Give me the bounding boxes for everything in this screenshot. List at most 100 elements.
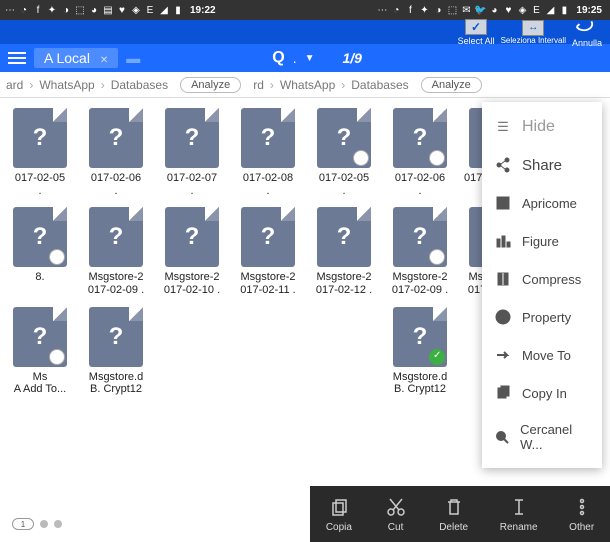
ctx-figure[interactable]: Figure: [482, 222, 602, 260]
file-icon: ?: [393, 207, 447, 267]
selection-indicator[interactable]: [429, 249, 445, 265]
analyze-button[interactable]: Analyze: [180, 77, 241, 93]
select-range-action[interactable]: ↔ Seleziona Intervall: [501, 20, 566, 45]
file-name-line1: Msgstore-2: [306, 271, 382, 284]
file-name-line2: .: [418, 185, 421, 198]
file-name-line2: .: [190, 185, 193, 198]
file-name-line1: Msgstore.d: [382, 371, 458, 384]
ctx-copyin[interactable]: Copy In: [482, 374, 602, 412]
selection-indicator[interactable]: [429, 150, 445, 166]
top-action-bar: ✓ Select All ↔ Seleziona Intervall Annul…: [0, 20, 610, 44]
file-icon: ?: [89, 108, 143, 168]
status-time-left: 19:22: [190, 5, 216, 16]
file-icon: ?: [165, 207, 219, 267]
btm-copy[interactable]: Copia: [326, 496, 352, 533]
search-counter: 1/9: [342, 50, 361, 66]
copy-icon: [494, 384, 512, 402]
page-dot[interactable]: [54, 520, 62, 528]
file-name-line2: .: [114, 185, 117, 198]
file-item[interactable]: ?Msgstore.dB. Crypt12: [78, 301, 154, 396]
file-icon: ?: [393, 307, 447, 367]
crumb-whatsapp2[interactable]: WhatsApp: [274, 78, 341, 92]
file-name-line1: 8.: [2, 271, 78, 284]
select-all-label: Select All: [458, 36, 495, 46]
crumb-card[interactable]: ard: [0, 78, 29, 92]
file-name-line2: 017-02-09 .: [392, 284, 448, 297]
file-name-line1: Msgstore-2: [154, 271, 230, 284]
file-item[interactable]: ? 017-02-06.: [382, 102, 458, 197]
crumb-card2[interactable]: rd: [247, 78, 270, 92]
ctx-property[interactable]: i Property: [482, 298, 602, 336]
undo-label: Annulla: [572, 38, 602, 48]
file-item[interactable]: ?017-02-08.: [230, 102, 306, 197]
file-item[interactable]: ? Msgstore.dB. Crypt12: [382, 301, 458, 396]
svg-text:i: i: [502, 313, 504, 324]
file-item[interactable]: ?017-02-06.: [78, 102, 154, 197]
move-icon: [494, 346, 512, 364]
figure-icon: [494, 232, 512, 250]
file-item[interactable]: ? 017-02-05.: [306, 102, 382, 197]
selection-indicator[interactable]: [429, 349, 445, 365]
search-icon[interactable]: Q: [272, 49, 284, 67]
main-toolbar: A Local ✕ ▬ Q . ▼ 1/9: [0, 44, 610, 72]
file-name-line2: .: [38, 185, 41, 198]
tab-label: A Local: [44, 50, 90, 66]
location-tab[interactable]: A Local ✕: [34, 48, 118, 68]
bottom-action-bar: Copia Cut Delete Rename Other: [310, 486, 610, 542]
file-item[interactable]: ?017-02-05.: [2, 102, 78, 197]
file-name-line2: .: [266, 185, 269, 198]
ctx-moveto[interactable]: Move To: [482, 336, 602, 374]
btm-rename[interactable]: Rename: [500, 496, 538, 533]
ctx-hide[interactable]: ☰ Hide: [482, 108, 602, 146]
file-name-line2: .: [342, 185, 345, 198]
cut-icon: [384, 496, 408, 518]
file-item[interactable]: ? Msgstore-2017-02-09 .: [78, 201, 154, 296]
file-name-line2: B. Crypt12: [394, 383, 446, 396]
ctx-share[interactable]: Share: [482, 146, 602, 184]
file-name-line2: 017-02-11 .: [240, 284, 295, 297]
file-name-line1: 017-02-06: [382, 172, 458, 185]
btm-delete[interactable]: Delete: [439, 496, 468, 533]
page-dot[interactable]: [40, 520, 48, 528]
btm-other[interactable]: Other: [569, 496, 594, 533]
crumb-whatsapp[interactable]: WhatsApp: [33, 78, 100, 92]
file-name-line1: 017-02-05: [306, 172, 382, 185]
tab-close-icon[interactable]: ✕: [100, 55, 108, 66]
selection-indicator[interactable]: [353, 150, 369, 166]
file-name-line1: Msgstore-2: [382, 271, 458, 284]
analyze-button-2[interactable]: Analyze: [421, 77, 482, 93]
undo-action[interactable]: Annulla: [572, 17, 602, 48]
search-icon: [494, 428, 510, 446]
selection-indicator[interactable]: [49, 349, 65, 365]
file-item[interactable]: ?8.: [2, 201, 78, 296]
file-name-line1: 017-02-07: [154, 172, 230, 185]
file-item[interactable]: ?MsA Add To...: [2, 301, 78, 396]
select-range-label: Seleziona Intervall: [501, 37, 566, 45]
dropdown-icon[interactable]: ▼: [305, 53, 315, 64]
file-icon: ?: [89, 207, 143, 267]
select-all-action[interactable]: ✓ Select All: [458, 19, 495, 46]
openwith-icon: [494, 194, 512, 212]
crumb-databases2[interactable]: Databases: [345, 78, 414, 92]
file-item[interactable]: ?Msgstore-2017-02-10 .: [154, 201, 230, 296]
ctx-openwith[interactable]: Apricome: [482, 184, 602, 222]
file-item[interactable]: ?Msgstore-2017-02-12 .: [306, 201, 382, 296]
file-icon: ?: [241, 108, 295, 168]
page-current: 1: [12, 518, 34, 530]
ctx-compress[interactable]: Compress: [482, 260, 602, 298]
file-name-line1: Msgstore-2: [78, 271, 154, 284]
file-name-line2: A Add To...: [14, 383, 66, 396]
menu-icon[interactable]: [8, 52, 26, 64]
ctx-search[interactable]: Cercanel W...: [482, 412, 602, 462]
file-icon: ?: [317, 108, 371, 168]
delete-icon: [442, 496, 466, 518]
file-name-line2: 017-02-09 .: [88, 284, 144, 297]
btm-cut[interactable]: Cut: [384, 496, 408, 533]
file-item[interactable]: ?017-02-07.: [154, 102, 230, 197]
selection-indicator[interactable]: [49, 249, 65, 265]
crumb-databases[interactable]: Databases: [105, 78, 174, 92]
file-item[interactable]: ?Msgstore-2017-02-11 .: [230, 201, 306, 296]
file-item[interactable]: ? Msgstore-2017-02-09 .: [382, 201, 458, 296]
file-icon: ?: [393, 108, 447, 168]
window-icon[interactable]: ▬: [126, 50, 140, 66]
